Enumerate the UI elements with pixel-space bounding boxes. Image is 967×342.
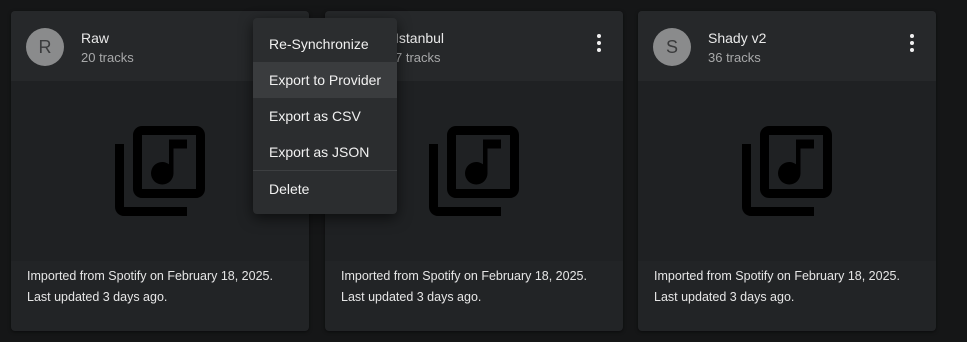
track-count: 36 tracks xyxy=(708,50,761,65)
track-count: 20 tracks xyxy=(81,50,134,65)
card-header: S Shady v2 36 tracks xyxy=(638,11,936,81)
menu-item-export-csv[interactable]: Export as CSV xyxy=(253,98,397,134)
card-footer: Imported from Spotify on February 18, 20… xyxy=(654,266,926,308)
playlist-grid: R Raw 20 tracks Imported from Spotify on… xyxy=(0,0,967,342)
playlist-title[interactable]: Raw xyxy=(81,30,109,46)
avatar: S xyxy=(653,28,691,66)
card-footer: Imported from Spotify on February 18, 20… xyxy=(27,266,299,308)
more-vertical-icon[interactable] xyxy=(585,29,613,57)
updated-info: Last updated 3 days ago. xyxy=(654,290,795,304)
playlist-card-shady-v2[interactable]: S Shady v2 36 tracks Imported from Spoti… xyxy=(638,11,936,331)
updated-info: Last updated 3 days ago. xyxy=(341,290,482,304)
playlist-cover xyxy=(638,81,936,261)
playlist-context-menu: Re-Synchronize Export to Provider Export… xyxy=(253,18,397,214)
playlist-title[interactable]: Istanbul xyxy=(395,30,444,46)
import-info: Imported from Spotify on February 18, 20… xyxy=(27,269,273,283)
import-info: Imported from Spotify on February 18, 20… xyxy=(654,269,900,283)
library-music-icon xyxy=(429,126,519,216)
playlist-title[interactable]: Shady v2 xyxy=(708,30,766,46)
card-footer: Imported from Spotify on February 18, 20… xyxy=(341,266,613,308)
library-music-icon xyxy=(115,126,205,216)
updated-info: Last updated 3 days ago. xyxy=(27,290,168,304)
track-count: 7 tracks xyxy=(395,50,441,65)
menu-item-export-to-provider[interactable]: Export to Provider xyxy=(253,62,397,98)
menu-item-resynchronize[interactable]: Re-Synchronize xyxy=(253,26,397,62)
avatar: R xyxy=(26,28,64,66)
menu-item-delete[interactable]: Delete xyxy=(253,171,397,207)
more-vertical-icon[interactable] xyxy=(898,29,926,57)
menu-item-export-json[interactable]: Export as JSON xyxy=(253,134,397,170)
import-info: Imported from Spotify on February 18, 20… xyxy=(341,269,587,283)
library-music-icon xyxy=(742,126,832,216)
